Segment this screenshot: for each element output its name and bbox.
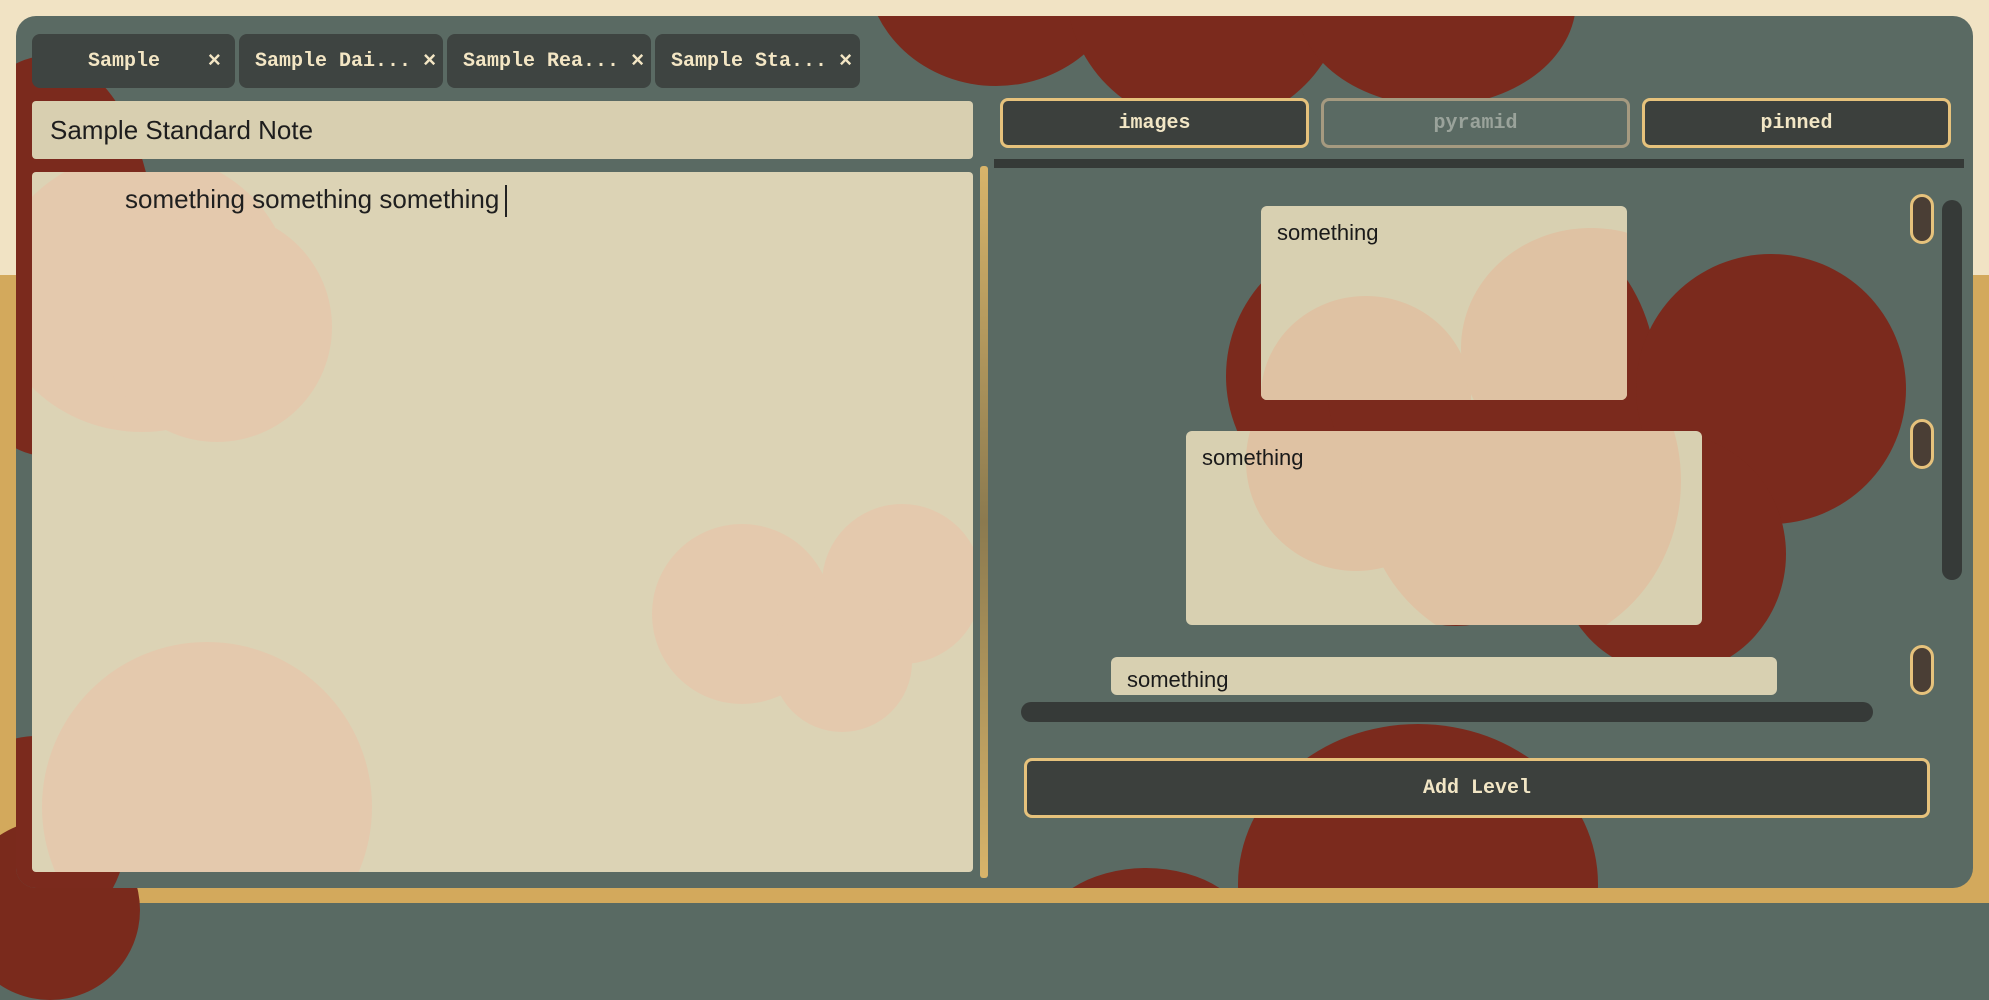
app-window: Sample × Sample Dai... × Sample Rea... ×… [16,16,1973,888]
note-title-input[interactable]: Sample Standard Note [32,101,973,159]
add-level-label: Add Level [1422,776,1532,800]
tab-sample[interactable]: Sample × [32,34,235,88]
tab-pyramid[interactable]: pyramid [1321,98,1630,148]
close-icon[interactable]: × [631,49,644,74]
level-drag-handle[interactable] [1910,194,1934,244]
tab-pinned-label: pinned [1760,111,1833,135]
note-title: Sample Standard Note [50,114,314,145]
tab-bar: Sample × Sample Dai... × Sample Rea... ×… [32,34,860,90]
pyramid-level-card[interactable]: something [1186,431,1702,625]
horizontal-scrollbar[interactable] [1021,702,1873,722]
pyramid-level-text: something [1202,445,1304,470]
tab-images-label: images [1118,111,1191,135]
close-icon[interactable]: × [839,49,852,74]
vertical-scrollbar[interactable] [1942,200,1962,580]
tab-label: Sample [88,49,161,73]
add-level-button[interactable]: Add Level [1024,758,1930,818]
pyramid-level-card[interactable]: something [1261,206,1627,400]
tab-sample-standard[interactable]: Sample Sta... × [655,34,860,88]
tab-sample-daily[interactable]: Sample Dai... × [239,34,443,88]
tab-label: Sample Rea... [463,49,620,73]
close-icon[interactable]: × [423,49,436,74]
pyramid-level-text: something [1277,220,1379,245]
view-tabs: images pyramid pinned [1000,98,1958,150]
tab-label: Sample Dai... [255,49,412,73]
pyramid-level-text: something [1127,667,1229,692]
level-drag-handle[interactable] [1910,419,1934,469]
note-body: something something something [125,184,508,218]
note-body-text: something something something [125,184,500,214]
level-drag-handle[interactable] [1910,645,1934,695]
text-caret [505,185,508,218]
note-editor[interactable]: something something something [32,172,973,872]
tab-sample-reading[interactable]: Sample Rea... × [447,34,651,88]
tab-images[interactable]: images [1000,98,1309,148]
close-icon[interactable]: × [208,49,221,74]
tab-pinned[interactable]: pinned [1642,98,1951,148]
tab-label: Sample Sta... [671,49,828,73]
pyramid-level-card[interactable]: something [1111,657,1777,695]
split-divider[interactable] [980,166,988,878]
panel-divider [994,159,1964,168]
tab-pyramid-label: pyramid [1433,111,1518,135]
